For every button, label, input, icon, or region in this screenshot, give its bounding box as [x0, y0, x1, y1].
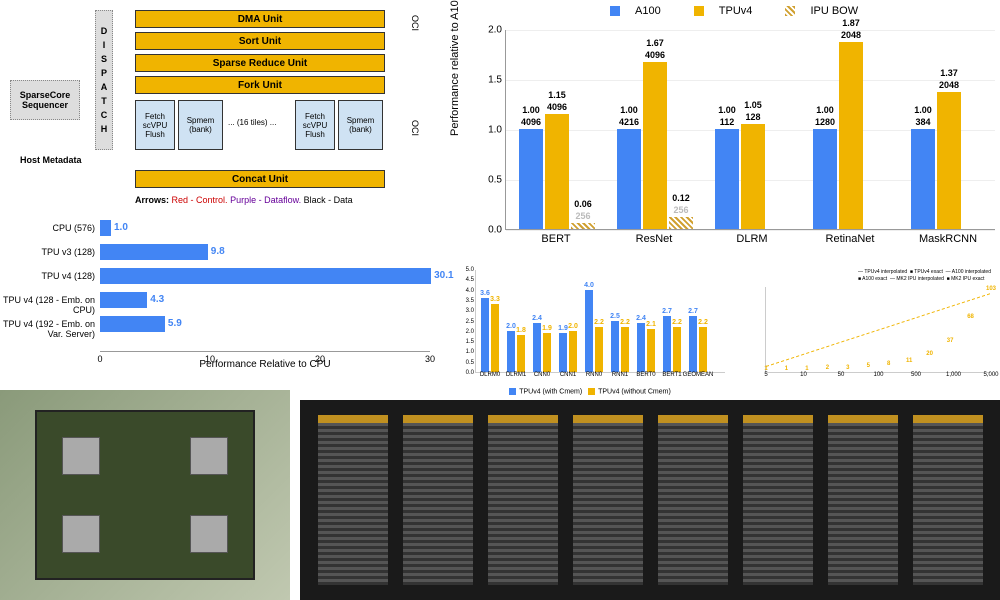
host-metadata-label: Host Metadata [20, 155, 82, 165]
tile-left: FetchscVPUFlush [135, 100, 175, 150]
hbar-xaxis: 0102030 [100, 351, 430, 352]
concat-unit: Concat Unit [135, 170, 385, 188]
horizontal-bar-chart: CPU (576)1.0TPU v3 (128)9.8TPU v4 (128)3… [0, 215, 440, 370]
main-plot: 0.00.51.01.52.0BERT1.0040961.1540960.062… [505, 30, 995, 230]
scaling-plot: 510501005001,0005,000111235811203768103 [765, 287, 990, 373]
tile-right: FetchscVPUFlush [295, 100, 335, 150]
sort-unit: Sort Unit [135, 32, 385, 50]
oci-top-label: OCI [410, 15, 420, 31]
tiles-ellipsis: ... (16 tiles) ... [228, 118, 276, 127]
main-legend: A100 TPUv4 IPU BOW [610, 5, 888, 17]
sequencer-box: SparseCore Sequencer [10, 80, 80, 120]
tpu-pod-photo [300, 400, 1000, 600]
dma-unit: DMA Unit [135, 10, 385, 28]
tpu-board-photo [0, 390, 290, 600]
perfw-legend: TPUv4 (with Cmem) TPUv4 (without Cmem) [450, 388, 730, 395]
main-ylabel: Performance relative to A100 [449, 0, 461, 136]
oci-bottom-label: OCI [410, 120, 420, 136]
perfw-plot: 0.00.51.01.52.02.53.03.54.04.55.03.63.3D… [475, 270, 725, 373]
arrows-legend: Arrows: Red - Control. Purple - Dataflow… [135, 195, 353, 205]
sparse-reduce-unit: Sparse Reduce Unit [135, 54, 385, 72]
scaling-chart: — TPUv4 interpolated ■ TPUv4 exact — A10… [740, 265, 995, 395]
spmem-left: Spmem (bank) [178, 100, 223, 150]
perfw-chart: 0.00.51.01.52.02.53.03.54.04.55.03.63.3D… [450, 265, 730, 395]
dispatch-box: DISPATCH [95, 10, 113, 150]
hbar-xlabel: Performance Relative to CPU [100, 359, 430, 370]
main-bar-chart: A100 TPUv4 IPU BOW Performance relative … [450, 0, 1000, 260]
sparsecore-diagram: SparseCore Sequencer Host Metadata DISPA… [0, 0, 440, 210]
spmem-right: Spmem (bank) [338, 100, 383, 150]
fork-unit: Fork Unit [135, 76, 385, 94]
